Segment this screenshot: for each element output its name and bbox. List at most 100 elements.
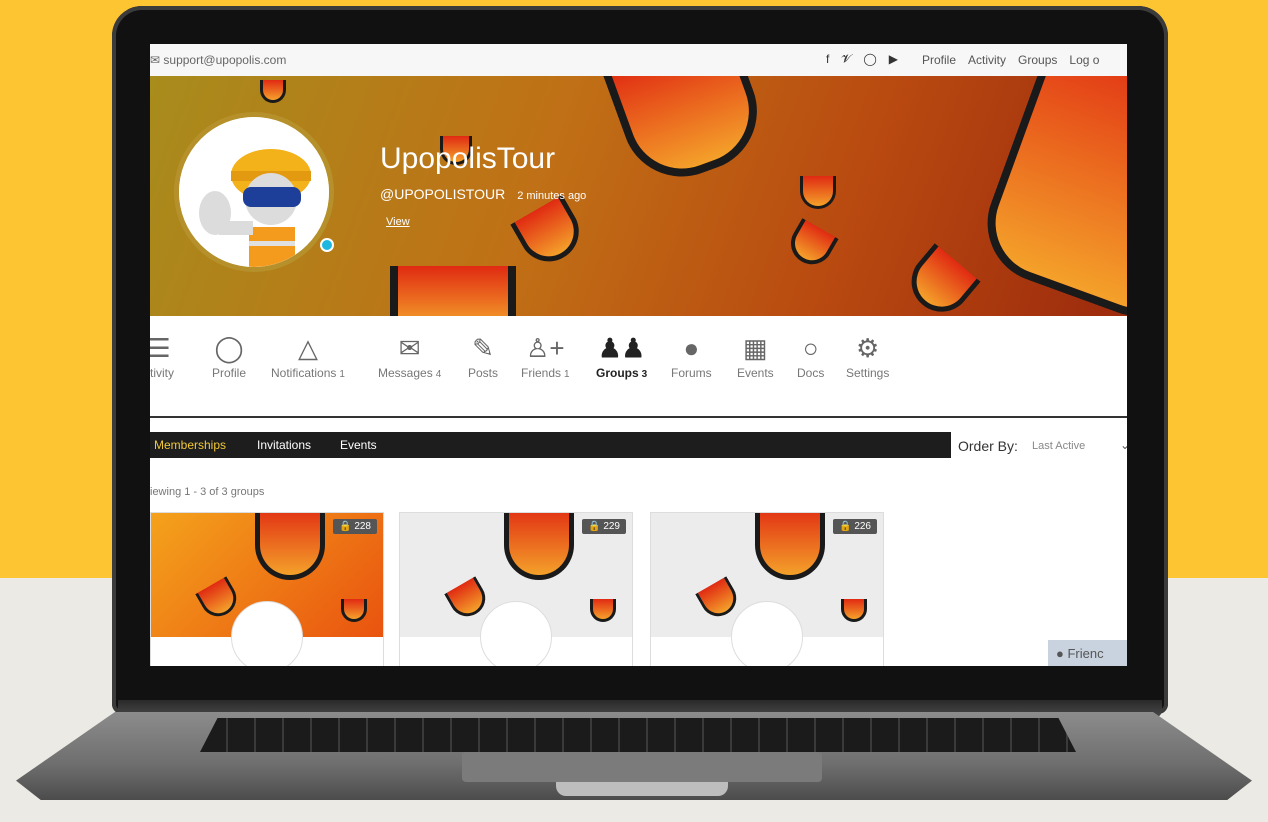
- social-icons: f 𝓥 ◯ ▶: [826, 52, 898, 67]
- profile-avatar[interactable]: [174, 112, 334, 272]
- group-logo[interactable]: [480, 601, 552, 666]
- top-bar: ✉ support@upopolis.com f 𝓥 ◯ ▶ Profile A…: [150, 44, 1127, 77]
- edit-icon: ✎: [472, 333, 494, 363]
- member-count-badge: 🔒 226: [833, 519, 877, 534]
- subtab-events[interactable]: Events: [340, 438, 377, 452]
- member-count: 229: [603, 521, 620, 532]
- member-count-badge: 🔒 228: [333, 519, 377, 534]
- chat-icon: ●: [1056, 646, 1064, 661]
- user-icon: ◯: [214, 333, 244, 363]
- chevron-down-icon[interactable]: ⌄: [1120, 438, 1127, 452]
- group-card[interactable]: 🔒 226: [650, 512, 884, 666]
- envelope-icon: ✉: [398, 333, 421, 363]
- nav-count: 1: [339, 369, 345, 380]
- subtab-memberships[interactable]: Memberships: [154, 438, 226, 452]
- friends-widget[interactable]: ● Frienc: [1048, 640, 1127, 666]
- nav-label: Docs: [797, 366, 825, 380]
- last-active: 2 minutes ago: [517, 190, 587, 202]
- group-logo[interactable]: [231, 601, 303, 666]
- group-logo[interactable]: [731, 601, 803, 666]
- nav-notifications[interactable]: △ Notifications 1: [271, 330, 345, 380]
- top-link-groups[interactable]: Groups: [1018, 53, 1057, 67]
- nav-posts[interactable]: ✎ Posts: [468, 330, 498, 380]
- cover-u-shape: [695, 576, 743, 623]
- instagram-icon[interactable]: ◯: [863, 52, 876, 67]
- cover-u-shape: [841, 599, 867, 622]
- youtube-icon[interactable]: ▶: [889, 52, 898, 67]
- construction-worker-icon: [179, 117, 329, 267]
- list-icon: ☰: [150, 333, 171, 363]
- cover-u-shape: [783, 218, 839, 272]
- nav-label: ctivity: [150, 366, 174, 380]
- circle-icon: ○: [802, 333, 819, 363]
- nav-groups[interactable]: ♟♟ Groups 3: [596, 330, 647, 380]
- twitter-icon[interactable]: 𝓥: [841, 52, 851, 67]
- member-count: 226: [854, 521, 871, 532]
- nav-forums[interactable]: ● Forums: [671, 330, 712, 380]
- nav-activity[interactable]: ☰ ctivity: [150, 330, 174, 380]
- nav-events[interactable]: ▦ Events: [737, 330, 774, 380]
- nav-count: 3: [641, 369, 648, 380]
- view-profile-link[interactable]: View: [386, 216, 410, 228]
- cover-u-shape: [341, 599, 367, 622]
- profile-handle-text: @UPOPOLISTOUR: [380, 186, 506, 202]
- nav-profile[interactable]: ◯ Profile: [212, 330, 246, 380]
- profile-cover: UpopolisTour @UPOPOLISTOUR 2 minutes ago …: [150, 76, 1127, 316]
- cover-u-shape: [390, 266, 516, 316]
- laptop-notch: [556, 782, 728, 796]
- cover-u-shape: [510, 194, 590, 273]
- nav-label: Notifications: [271, 366, 337, 380]
- cover-u-shape: [195, 576, 243, 623]
- cover-u-shape: [800, 176, 836, 209]
- order-by-select[interactable]: Last Active: [1032, 440, 1085, 452]
- top-links: Profile Activity Groups Log o: [922, 53, 1099, 67]
- nav-label: Settings: [846, 366, 890, 380]
- envelope-icon: ✉: [150, 53, 161, 67]
- comment-icon: ●: [683, 333, 700, 363]
- laptop-screen: ✉ support@upopolis.com f 𝓥 ◯ ▶ Profile A…: [150, 44, 1127, 666]
- subtab-invitations[interactable]: Invitations: [257, 438, 311, 452]
- group-card[interactable]: 🔒 228: [150, 512, 384, 666]
- nav-friends[interactable]: ♙+ Friends 1: [521, 330, 570, 380]
- cover-u-shape: [755, 513, 825, 580]
- order-by-label: Order By:: [958, 438, 1018, 454]
- profile-username: UpopolisTour: [380, 142, 556, 175]
- cover-u-shape: [504, 513, 574, 580]
- viewing-count: iewing 1 - 3 of 3 groups: [150, 486, 265, 498]
- nav-count: 1: [564, 369, 570, 380]
- nav-count: 4: [435, 369, 442, 380]
- cover-u-shape: [444, 576, 492, 623]
- nav-label: Events: [737, 366, 774, 380]
- profile-handle: @UPOPOLISTOUR 2 minutes ago: [380, 186, 586, 202]
- nav-label: Friends: [521, 366, 562, 380]
- bell-icon: △: [297, 333, 318, 363]
- facebook-icon[interactable]: f: [826, 52, 829, 67]
- nav-label: Posts: [468, 366, 499, 380]
- cover-u-shape: [970, 76, 1127, 316]
- calendar-icon: ▦: [743, 333, 768, 363]
- top-link-activity[interactable]: Activity: [968, 53, 1006, 67]
- support-email[interactable]: ✉ support@upopolis.com: [150, 53, 286, 67]
- nav-settings[interactable]: ⚙ Settings: [846, 330, 889, 380]
- group-card[interactable]: 🔒 229: [399, 512, 633, 666]
- nav-messages[interactable]: ✉ Messages 4: [378, 330, 441, 380]
- nav-label: Messages: [378, 366, 433, 380]
- gear-icon: ⚙: [856, 333, 880, 363]
- nav-label: Groups: [596, 366, 639, 380]
- member-count: 228: [354, 521, 371, 532]
- add-user-icon: ♙+: [526, 333, 565, 363]
- laptop-trackpad: [462, 752, 822, 782]
- cover-u-shape: [260, 80, 286, 103]
- profile-nav: ☰ ctivity ◯ Profile △ Notifications1 ✉ M…: [150, 330, 1127, 418]
- top-link-profile[interactable]: Profile: [922, 53, 956, 67]
- nav-docs[interactable]: ○ Docs: [797, 330, 824, 380]
- member-count-badge: 🔒 229: [582, 519, 626, 534]
- users-icon: ♟♟: [598, 333, 645, 363]
- online-indicator: [320, 238, 334, 252]
- cover-u-shape: [590, 599, 616, 622]
- cover-u-shape: [899, 243, 981, 316]
- nav-label: Profile: [212, 366, 247, 380]
- top-link-logout[interactable]: Log o: [1069, 53, 1099, 67]
- cover-u-shape: [255, 513, 325, 580]
- support-email-text: support@upopolis.com: [163, 53, 287, 67]
